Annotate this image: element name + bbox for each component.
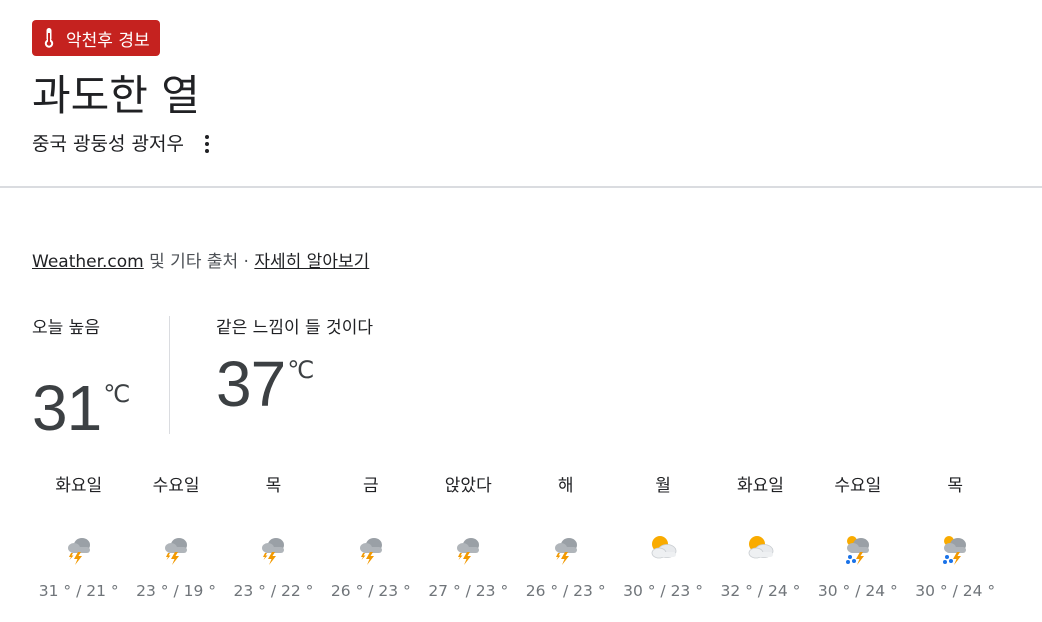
forecast-day[interactable]: 수요일 30 ° / 24 ° <box>809 472 906 602</box>
day-name: 앉았다 <box>444 476 492 496</box>
location-text: 중국 광둥성 광저우 <box>32 133 184 155</box>
source-line: Weather.com 및 기타 출처 · 자세히 알아보기 <box>32 250 369 274</box>
partly-cloudy-icon <box>645 530 681 566</box>
rain-thunder-icon <box>937 530 973 566</box>
feels-like-value: 37 <box>216 348 286 420</box>
thunderstorm-icon <box>61 530 97 566</box>
day-name: 수요일 <box>152 476 200 496</box>
source-link[interactable]: Weather.com <box>32 252 144 272</box>
forecast-day[interactable]: 월 30 ° / 23 ° <box>614 472 711 602</box>
forecast-day[interactable]: 목 30 ° / 24 ° <box>907 472 1004 602</box>
today-high-value: 31 <box>32 372 102 444</box>
day-name: 목 <box>947 476 964 496</box>
stat-divider <box>169 316 170 434</box>
today-high: 오늘 높음 31 ℃ <box>32 316 162 446</box>
forecast-day[interactable]: 해 26 ° / 23 ° <box>517 472 614 602</box>
forecast-day[interactable]: 화요일 32 ° / 24 ° <box>712 472 809 602</box>
partly-cloudy-icon <box>742 530 778 566</box>
today-high-unit: ℃ <box>103 380 131 408</box>
feels-like-unit: ℃ <box>287 356 315 384</box>
day-name: 목 <box>265 476 282 496</box>
day-temps: 30 ° / 23 ° <box>623 582 703 600</box>
day-temps: 32 ° / 24 ° <box>720 582 801 600</box>
day-temps: 23 ° / 22 ° <box>233 582 314 600</box>
learn-more-link[interactable]: 자세히 알아보기 <box>254 252 369 272</box>
day-temps: 27 ° / 23 ° <box>428 582 509 600</box>
alert-label: 악천후 경보 <box>66 30 150 51</box>
feels-like-label: 같은 느낌이 들 것이다 <box>216 318 373 338</box>
day-name: 해 <box>557 476 574 496</box>
day-name: 화요일 <box>55 476 103 496</box>
day-temps: 31 ° / 21 ° <box>38 582 119 600</box>
thunderstorm-icon <box>548 530 584 566</box>
day-temps: 26 ° / 23 ° <box>330 582 411 600</box>
source-middle: 및 기타 출처 · <box>143 252 255 272</box>
day-name: 화요일 <box>736 476 784 496</box>
day-temps: 30 ° / 24 ° <box>817 582 898 600</box>
forecast-day[interactable]: 금 26 ° / 23 ° <box>322 472 419 602</box>
location-row: 중국 광둥성 광저우 <box>32 130 214 158</box>
forecast-day[interactable]: 수요일 23 ° / 19 ° <box>127 472 224 602</box>
day-name: 수요일 <box>834 476 882 496</box>
page-title: 과도한 열 <box>32 71 200 120</box>
feels-like: 같은 느낌이 들 것이다 37 ℃ <box>216 316 386 422</box>
rain-thunder-icon <box>840 530 876 566</box>
forecast-day[interactable]: 목 23 ° / 22 ° <box>225 472 322 602</box>
thunderstorm-icon <box>255 530 291 566</box>
thunderstorm-icon <box>353 530 389 566</box>
today-high-label: 오늘 높음 <box>32 318 100 338</box>
thunderstorm-icon <box>450 530 486 566</box>
divider <box>0 186 1042 188</box>
day-temps: 30 ° / 24 ° <box>915 582 996 600</box>
day-temps: 26 ° / 23 ° <box>525 582 606 600</box>
day-name: 월 <box>655 476 671 496</box>
thunderstorm-icon <box>158 530 194 566</box>
forecast-day[interactable]: 화요일 31 ° / 21 ° <box>30 472 127 602</box>
day-temps: 23 ° / 19 ° <box>136 582 217 600</box>
alert-badge[interactable]: 악천후 경보 <box>32 20 160 56</box>
forecast-row: 화요일 31 ° / 21 ° 수요일 23 ° / 19 ° 목 23 ° /… <box>30 472 1004 602</box>
forecast-day[interactable]: 앉았다 27 ° / 23 ° <box>420 472 517 602</box>
more-options-icon[interactable] <box>200 132 214 156</box>
thermometer-icon <box>44 28 54 48</box>
day-name: 금 <box>363 476 379 496</box>
